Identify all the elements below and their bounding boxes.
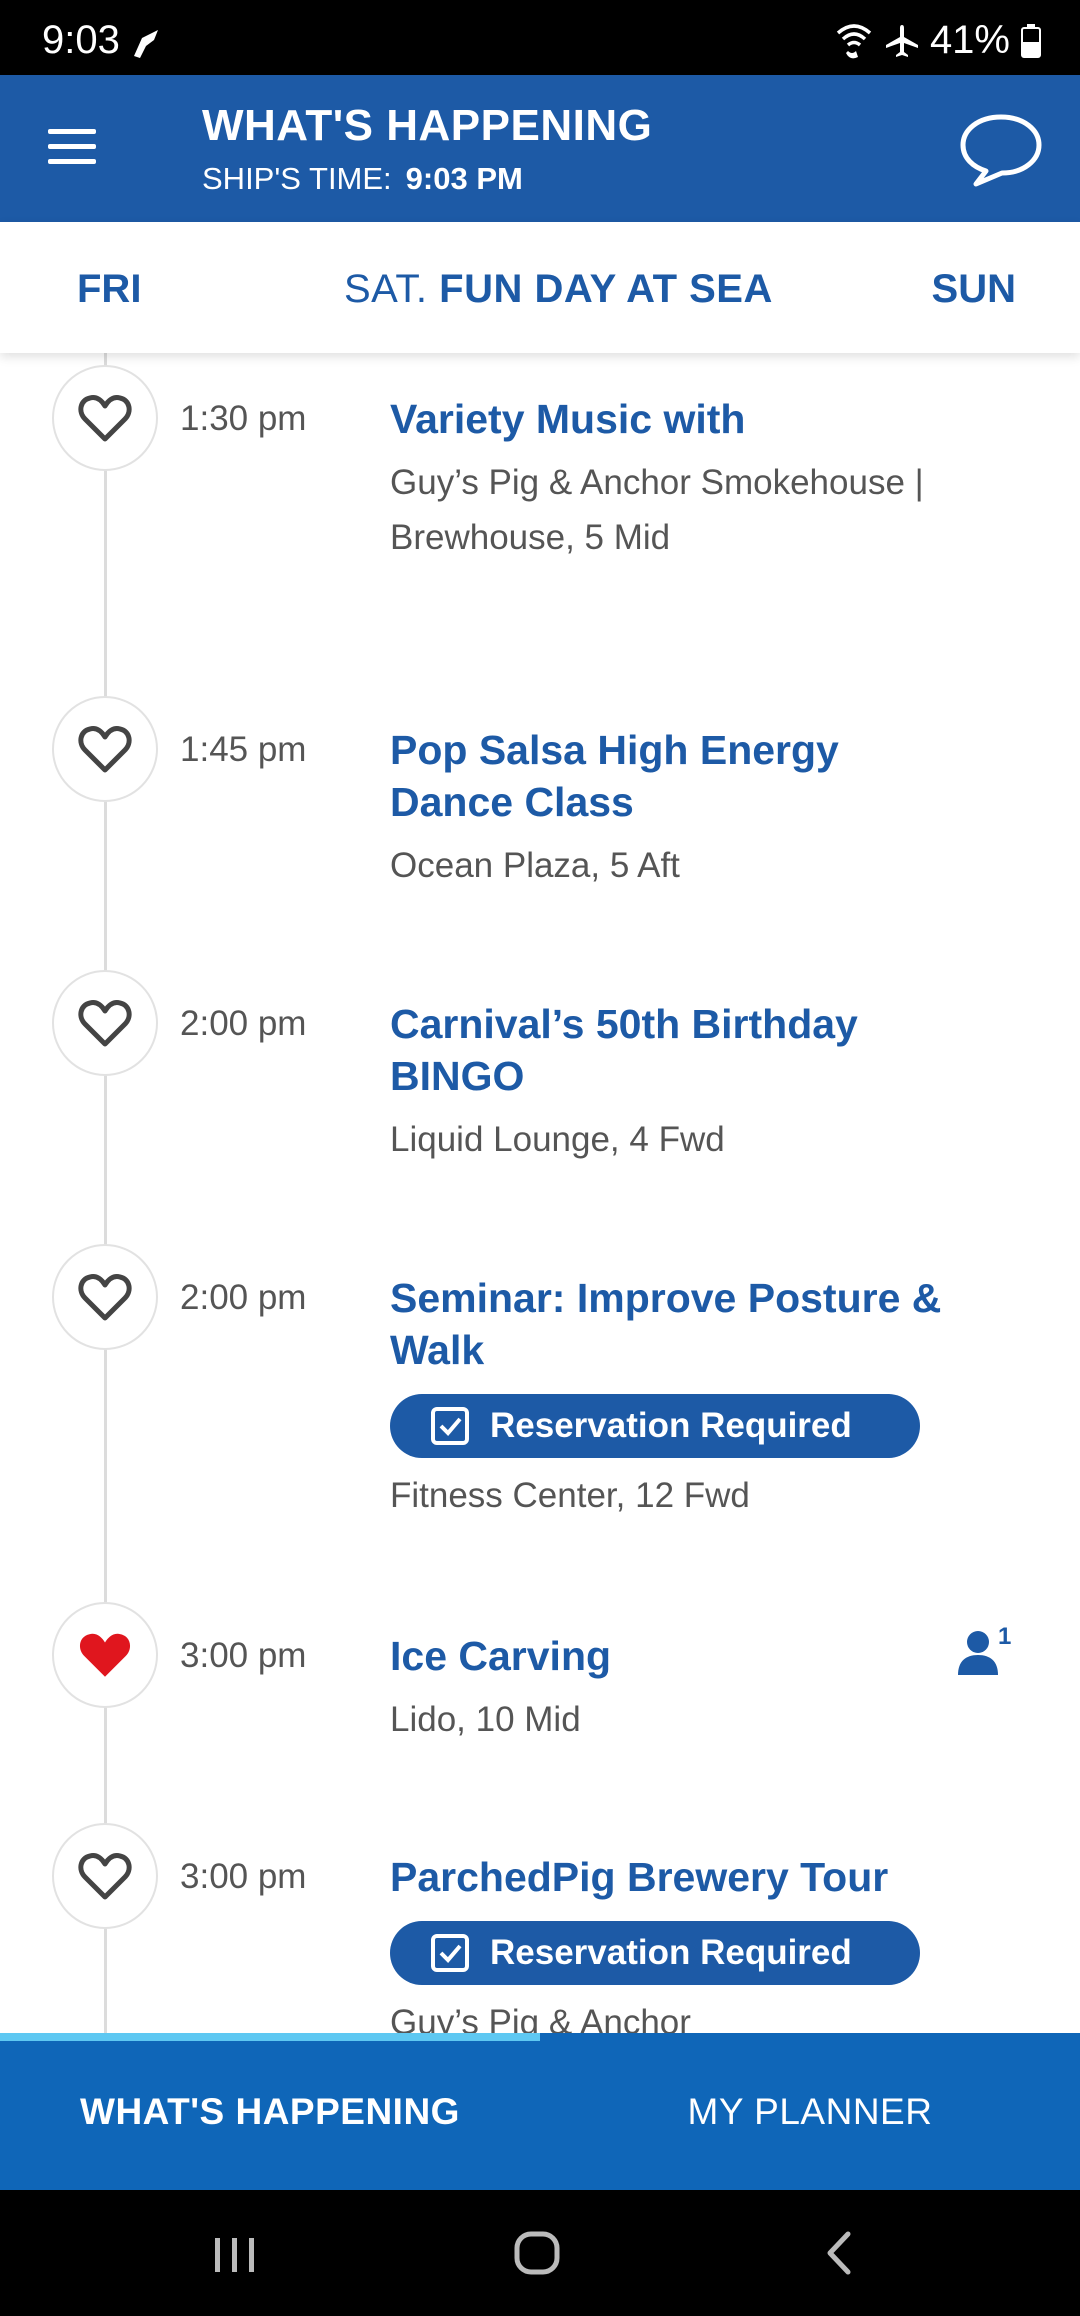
heart-outline-icon [78, 1000, 132, 1047]
event-time: 3:00 pm [180, 1857, 307, 1896]
heart-filled-icon [79, 1633, 131, 1677]
guest-count-indicator[interactable]: 1 [958, 1623, 1014, 1679]
favorite-button[interactable] [52, 696, 158, 802]
battery-icon [1021, 23, 1041, 58]
favorite-button[interactable] [52, 1244, 158, 1350]
event-title[interactable]: Carnival’s 50th Birthday BINGO [390, 998, 950, 1102]
event-time: 2:00 pm [180, 1004, 307, 1043]
guest-count: 1 [998, 1623, 1012, 1650]
event-details: Variety Music with Guy’s Pig & Anchor Sm… [390, 393, 950, 565]
page-title: WHAT'S HAPPENING [202, 101, 653, 150]
event-title[interactable]: Ice Carving [390, 1630, 950, 1682]
status-bar: 9:03 41% [0, 0, 1080, 75]
hamburger-menu-icon[interactable] [42, 123, 102, 173]
event-time: 3:00 pm [180, 1636, 307, 1675]
reservation-required-badge: Reservation Required [390, 1394, 920, 1458]
checkbox-checked-icon [431, 1407, 469, 1445]
event-time: 1:30 pm [180, 399, 307, 438]
event-location: Liquid Lounge, 4 Fwd [390, 1120, 725, 1159]
day-current: SAT. FUN DAY AT SEA [344, 267, 773, 312]
status-icons: 41% [834, 18, 1042, 63]
event-location: Fitness Center, 12 Fwd [390, 1476, 750, 1515]
wifi-calling-icon [836, 23, 872, 58]
chat-bubble-icon[interactable] [958, 111, 1044, 189]
carnival-notification-icon [134, 30, 158, 58]
battery-percent: 41% [929, 18, 1010, 62]
event-details: Seminar: Improve Posture & Walk Reservat… [390, 1272, 950, 1523]
event-title[interactable]: Variety Music with [390, 393, 950, 445]
day-selector: FRI SAT. FUN DAY AT SEA SUN [0, 222, 1080, 353]
favorite-button[interactable] [52, 970, 158, 1076]
app-header: WHAT'S HAPPENING SHIP'S TIME: 9:03 PM [0, 75, 1080, 222]
favorite-button[interactable] [52, 1823, 158, 1929]
day-prev-button[interactable]: FRI [77, 267, 141, 312]
bottom-tab-bar: WHAT'S HAPPENING MY PLANNER [0, 2033, 1080, 2190]
event-location: Guy’s Pig & Anchor [390, 2003, 691, 2033]
event-location: Ocean Plaza, 5 Aft [390, 846, 680, 885]
heart-outline-icon [78, 395, 132, 442]
back-icon[interactable] [800, 2222, 880, 2284]
timeline-line [104, 353, 107, 2033]
event-title[interactable]: Seminar: Improve Posture & Walk [390, 1272, 950, 1376]
heart-outline-icon [78, 1274, 132, 1321]
tab-whats-happening[interactable]: WHAT'S HAPPENING [0, 2033, 540, 2190]
badge-label: Reservation Required [490, 1406, 852, 1445]
event-location: Guy’s Pig & Anchor Smokehouse | Brewhous… [390, 463, 924, 557]
event-details: Carnival’s 50th Birthday BINGO Liquid Lo… [390, 998, 950, 1167]
badge-label: Reservation Required [490, 1933, 852, 1972]
checkbox-checked-icon [431, 1934, 469, 1972]
favorite-button[interactable] [52, 1602, 158, 1708]
ships-time-value: 9:03 PM [405, 161, 523, 196]
event-time: 2:00 pm [180, 1278, 307, 1317]
event-details: Pop Salsa High Energy Dance Class Ocean … [390, 724, 950, 893]
day-theme: FUN DAY AT SEA [439, 267, 773, 311]
day-next-button[interactable]: SUN [932, 267, 1016, 312]
event-list[interactable]: 1:30 pm Variety Music with Guy’s Pig & A… [0, 353, 1080, 2033]
system-nav-bar [0, 2190, 1080, 2316]
airplane-mode-icon [885, 24, 918, 57]
heart-outline-icon [78, 726, 132, 773]
event-title[interactable]: Pop Salsa High Energy Dance Class [390, 724, 950, 828]
heart-outline-icon [78, 1853, 132, 1900]
event-details: ParchedPig Brewery Tour Reservation Requ… [390, 1851, 950, 2033]
event-title[interactable]: ParchedPig Brewery Tour [390, 1851, 950, 1903]
recent-apps-icon[interactable] [195, 2222, 275, 2284]
event-details: Ice Carving Lido, 10 Mid [390, 1630, 950, 1747]
person-icon [958, 1631, 998, 1675]
day-current-label: SAT. [344, 267, 428, 311]
ships-time: SHIP'S TIME: 9:03 PM [202, 161, 523, 197]
reservation-required-badge: Reservation Required [390, 1921, 920, 1985]
status-time: 9:03 [42, 18, 120, 62]
event-time: 1:45 pm [180, 730, 307, 769]
event-location: Lido, 10 Mid [390, 1700, 581, 1739]
tab-my-planner[interactable]: MY PLANNER [540, 2033, 1080, 2190]
favorite-button[interactable] [52, 365, 158, 471]
ships-time-label: SHIP'S TIME: [202, 161, 392, 196]
home-icon[interactable] [497, 2222, 577, 2284]
